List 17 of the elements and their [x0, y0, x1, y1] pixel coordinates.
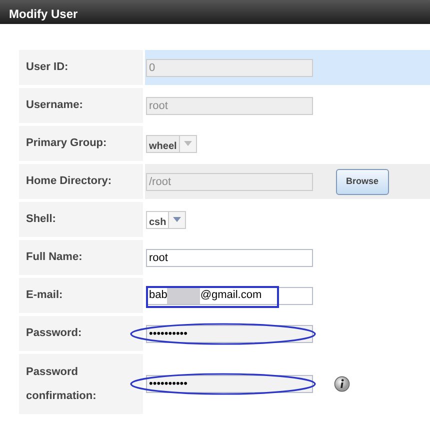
window-title: Modify User — [0, 0, 430, 24]
info-icon[interactable] — [334, 376, 350, 392]
field-label: Password: — [19, 316, 143, 351]
field-label: E-mail: — [19, 278, 143, 313]
select-field[interactable]: csh — [146, 210, 186, 228]
field-label: Primary Group: — [19, 126, 143, 161]
field-label: Username: — [19, 88, 143, 123]
field-label: Shell: — [19, 202, 143, 237]
field-label: Home Directory: — [19, 164, 143, 199]
caret-icon — [184, 141, 192, 146]
input-field[interactable]: root — [146, 248, 313, 266]
field-label: User ID: — [19, 50, 143, 85]
password-field[interactable]: •••••••••• — [146, 375, 313, 393]
redaction-block — [167, 288, 200, 304]
field-label: Password confirmation: — [19, 354, 143, 414]
field-label: Full Name: — [19, 240, 143, 275]
caret-icon — [173, 217, 182, 222]
